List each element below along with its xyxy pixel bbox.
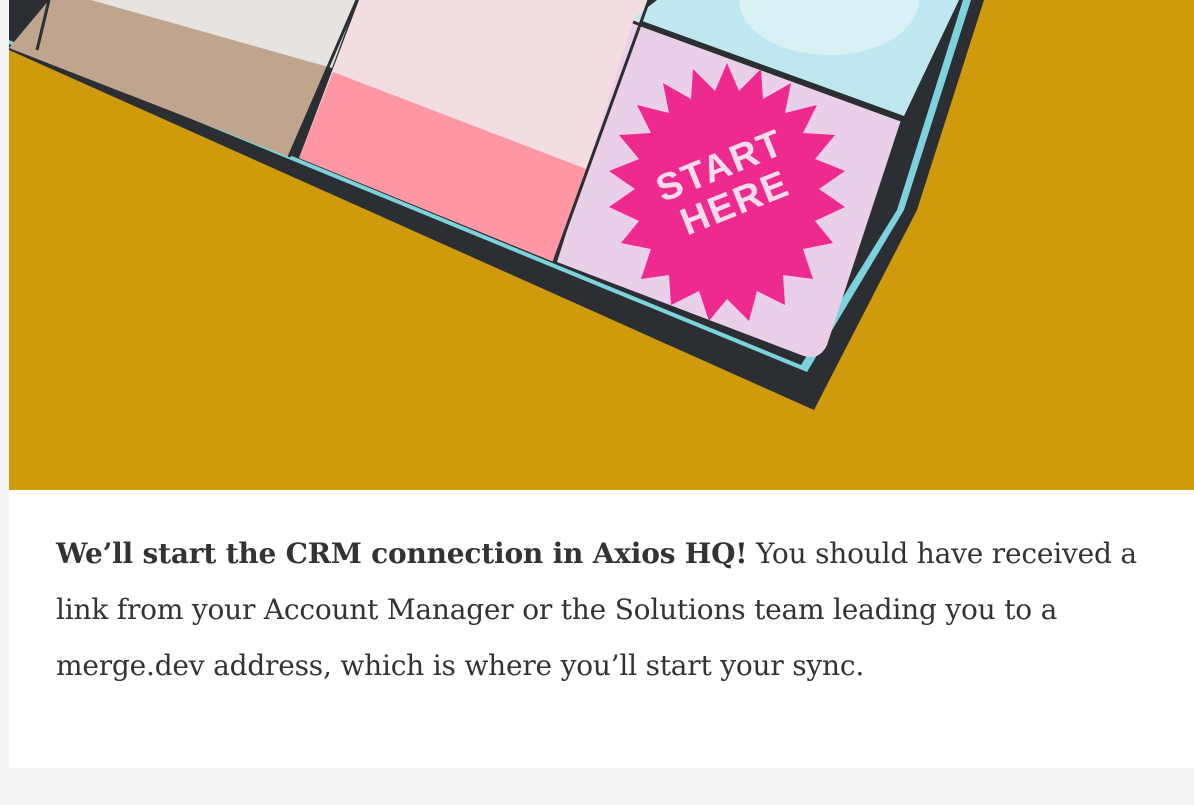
hero-image: START HERE [9,0,1194,490]
board-game-illustration: START HERE [9,0,1194,490]
intro-paragraph: We’ll start the CRM connection in Axios … [56,526,1166,694]
intro-lead-bold: We’ll start the CRM connection in Axios … [56,537,748,570]
content-card: START HERE We’ll start the CRM connectio… [9,0,1194,768]
next-card-edge [9,768,1194,805]
